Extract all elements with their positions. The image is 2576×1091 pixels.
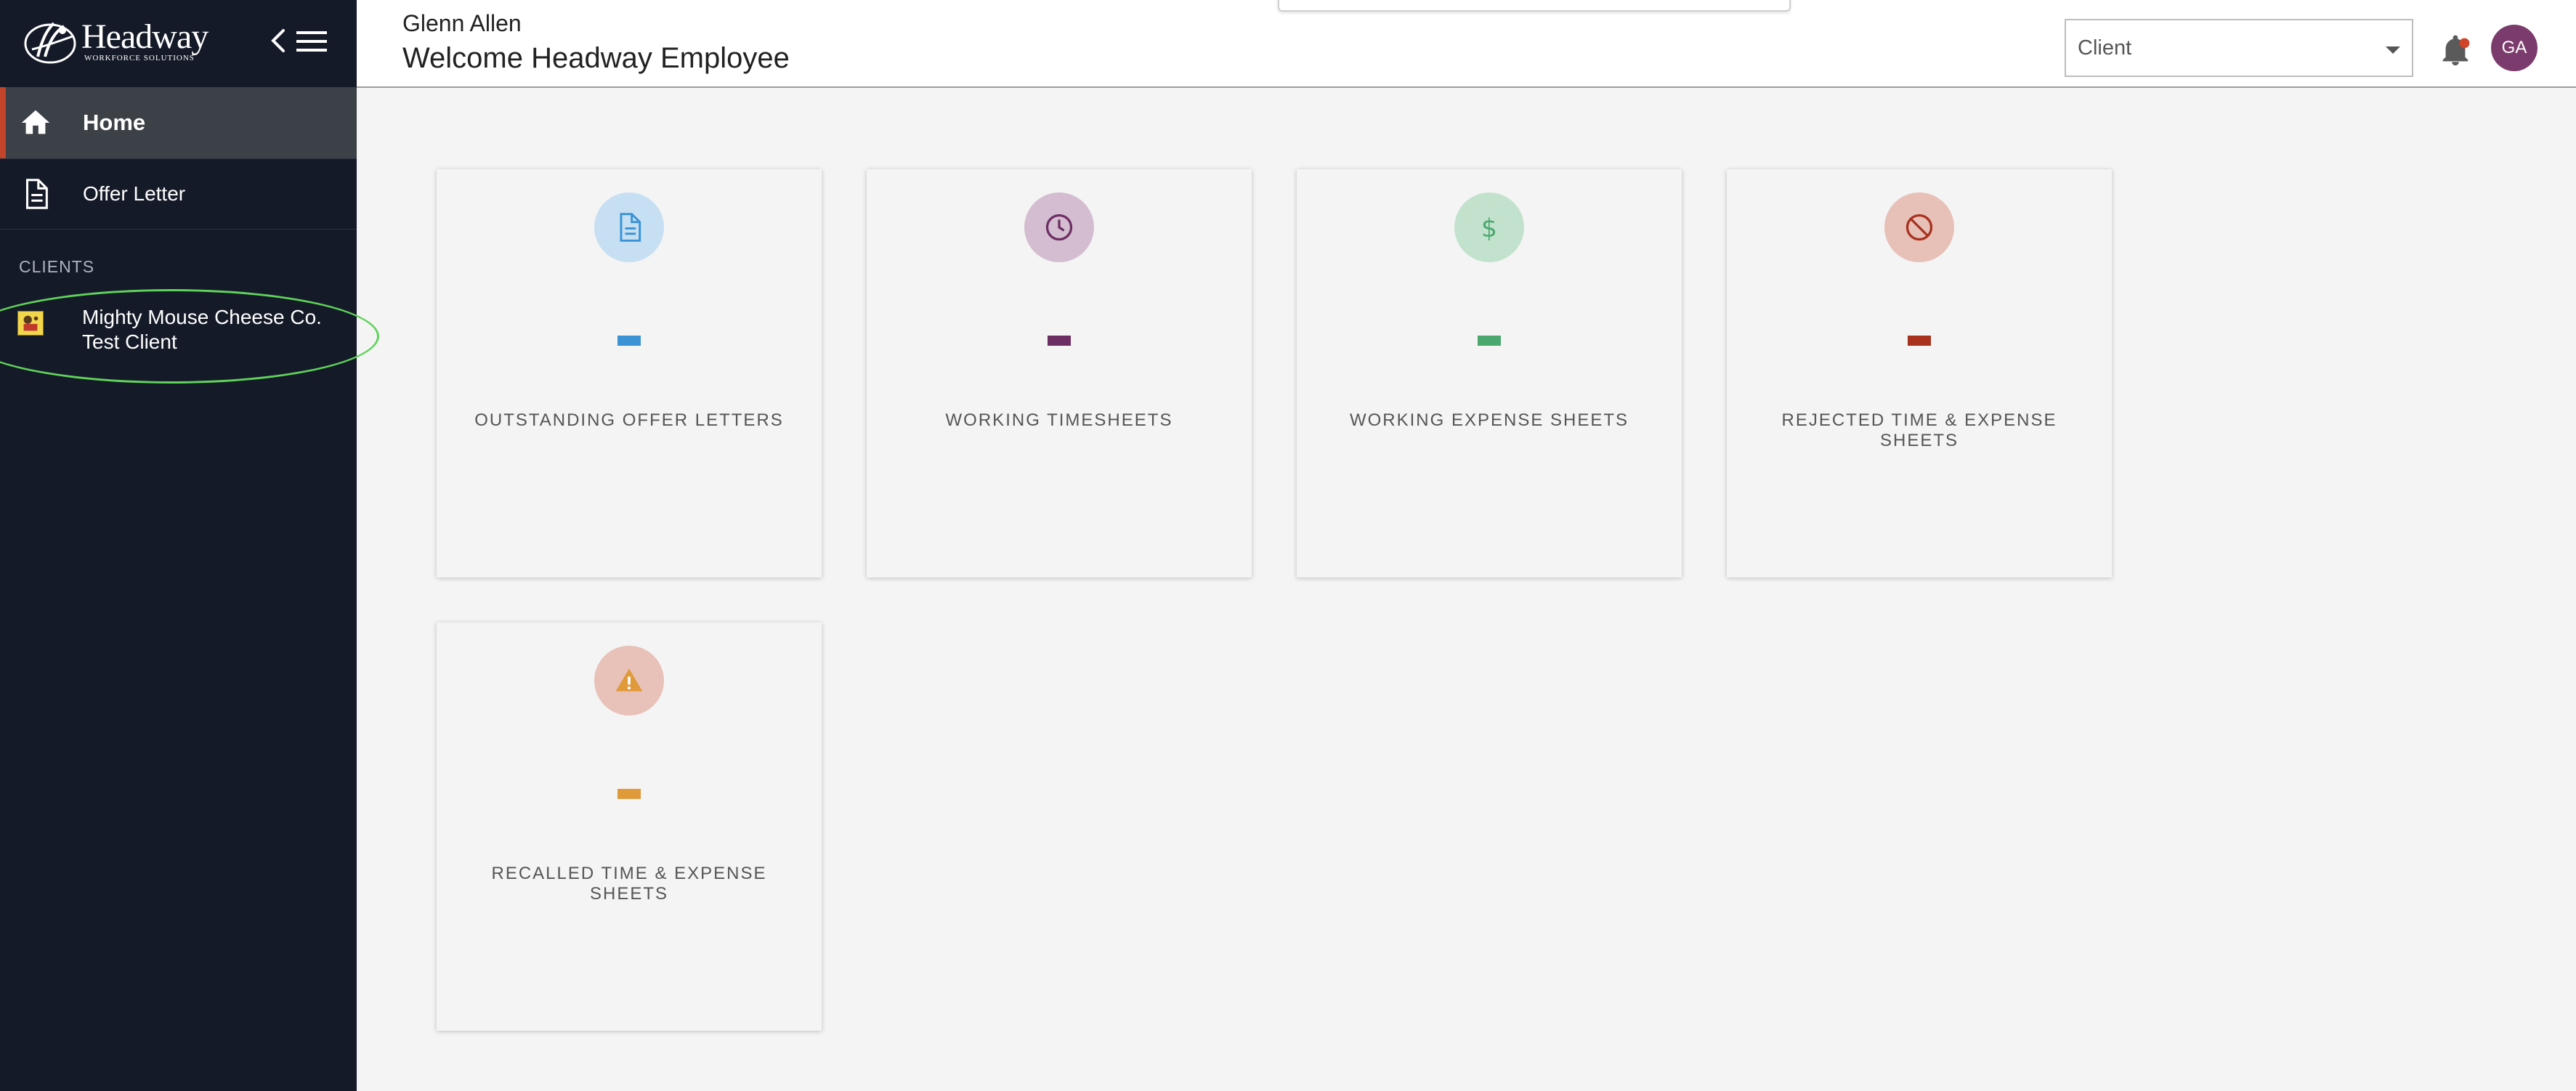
card-icon-circle (1024, 192, 1094, 262)
prohibited-icon (1905, 214, 1933, 241)
card-working-expense-sheets[interactable]: $ WORKING EXPENSE SHEETS (1297, 169, 1682, 577)
card-title: REJECTED TIME & EXPENSE SHEETS (1781, 410, 2057, 450)
sidebar-item-label: Offer Letter (83, 182, 186, 205)
card-count-placeholder (617, 336, 641, 346)
brand-subtitle: WORKFORCE SOLUTIONS (84, 54, 195, 62)
client-select[interactable]: Client (2065, 19, 2413, 77)
avatar[interactable]: GA (2491, 25, 2537, 71)
sidebar-item-offer-letter[interactable]: Offer Letter (0, 158, 357, 230)
sidebar: Headway WORKFORCE SOLUTIONS Home Offer L… (0, 0, 379, 1091)
headway-logo-icon (24, 22, 76, 64)
page-title: Welcome Headway Employee (402, 42, 790, 74)
notification-bell-icon[interactable] (2439, 32, 2472, 68)
clock-icon (1045, 214, 1073, 241)
card-count-placeholder (617, 789, 641, 799)
card-icon-circle (1884, 192, 1954, 262)
sidebar-item-label: Home (83, 110, 146, 135)
card-title: RECALLED TIME & EXPENSE SHEETS (491, 864, 767, 904)
card-rejected-time-expense-sheets[interactable]: REJECTED TIME & EXPENSE SHEETS (1727, 169, 2112, 577)
client-name: Mighty Mouse Cheese Co. Test Client (82, 306, 322, 353)
dollar-icon: $ (1481, 214, 1497, 243)
document-icon (25, 179, 48, 209)
card-working-timesheets[interactable]: WORKING TIMESHEETS (867, 169, 1252, 577)
clients-heading: CLIENTS (19, 257, 95, 276)
chevron-left-icon[interactable] (267, 28, 289, 54)
card-icon-circle: $ (1454, 192, 1524, 262)
card-icon-circle (594, 192, 664, 262)
dropdown-popup (1278, 0, 1791, 12)
hamburger-menu-icon[interactable] (295, 29, 328, 54)
client-logo-icon (17, 311, 44, 336)
card-icon-circle (594, 646, 664, 715)
client-select-value: Client (2078, 36, 2132, 60)
card-count-placeholder (1048, 336, 1071, 346)
card-recalled-time-expense-sheets[interactable]: RECALLED TIME & EXPENSE SHEETS (437, 622, 822, 1031)
card-title: OUTSTANDING OFFER LETTERS (474, 410, 784, 430)
card-title: WORKING EXPENSE SHEETS (1349, 410, 1629, 430)
user-name: Glenn Allen (402, 10, 522, 36)
document-icon (620, 213, 641, 242)
top-header: Glenn Allen Welcome Headway Employee Cli… (357, 0, 2576, 88)
brand-logo[interactable]: Headway WORKFORCE SOLUTIONS (22, 16, 211, 67)
sidebar-item-home[interactable]: Home (0, 87, 357, 158)
dropdown-arrow-icon (2386, 46, 2400, 54)
card-title: WORKING TIMESHEETS (945, 410, 1173, 430)
client-item[interactable]: Mighty Mouse Cheese Co. Test Client (0, 289, 379, 384)
warning-icon (615, 668, 643, 691)
card-count-placeholder (1478, 336, 1501, 346)
card-outstanding-offer-letters[interactable]: OUTSTANDING OFFER LETTERS (437, 169, 822, 577)
brand-name: Headway (81, 17, 208, 56)
card-count-placeholder (1908, 336, 1931, 346)
home-icon (21, 110, 50, 134)
svg-text:$: $ (1481, 214, 1497, 243)
